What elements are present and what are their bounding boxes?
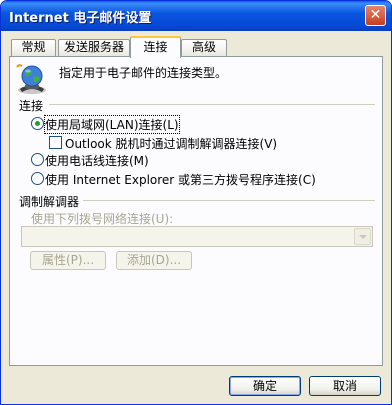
tab-advanced[interactable]: 高级 (181, 39, 227, 56)
settings-dialog: Internet 电子邮件设置 ✕ 常规 发送服务器 连接 高级 指定用于电子邮… (0, 0, 392, 405)
lan-connection-label[interactable]: 使用局域网(LAN)连接(L) (44, 115, 180, 134)
tab-outgoing-server-label: 发送服务器 (63, 40, 124, 54)
dialup-label: 使用下列拨号网络连接(U): (31, 212, 174, 226)
ok-button[interactable]: 确定 (229, 376, 301, 396)
title-bar[interactable]: Internet 电子邮件设置 ✕ (1, 1, 391, 31)
cancel-button-label: 取消 (332, 379, 357, 393)
ok-button-label: 确定 (252, 379, 277, 393)
tab-general[interactable]: 常规 (11, 39, 56, 56)
cancel-button[interactable]: 取消 (309, 376, 381, 396)
intro-text: 指定用于电子邮件的连接类型。 (59, 66, 228, 80)
tab-outgoing-server[interactable]: 发送服务器 (58, 39, 130, 56)
ie-dialer-radio[interactable] (31, 172, 44, 185)
phone-connection-radio[interactable] (31, 153, 44, 166)
tab-connection-label: 连接 (143, 40, 168, 54)
ie-dialer-label[interactable]: 使用 Internet Explorer 或第三方拨号程序连接(C) (45, 171, 316, 188)
dialup-connection-select[interactable] (21, 226, 373, 247)
connection-globe-icon (16, 64, 46, 94)
tab-connection[interactable]: 连接 (130, 36, 181, 58)
properties-button-label: 属性(P)... (41, 253, 95, 267)
chevron-down-icon[interactable] (354, 228, 371, 245)
modem-group-label: 调制解调器 (19, 195, 80, 209)
close-icon: ✕ (369, 7, 382, 23)
close-button[interactable]: ✕ (365, 5, 386, 26)
add-button-label: 添加(D)... (126, 253, 182, 267)
modem-group-divider (83, 200, 375, 201)
lan-connection-radio[interactable] (31, 117, 44, 130)
tab-advanced-label: 高级 (191, 40, 216, 54)
window-title: Internet 电子邮件设置 (9, 11, 152, 26)
phone-connection-label[interactable]: 使用电话线连接(M) (45, 152, 149, 169)
connection-group-label: 连接 (19, 99, 44, 113)
modem-offline-checkbox[interactable] (49, 136, 62, 149)
modem-offline-label[interactable]: Outlook 脱机时通过调制解调器连接(V) (65, 135, 277, 152)
connection-group-divider (49, 104, 375, 105)
add-button[interactable]: 添加(D)... (116, 251, 192, 270)
tab-general-label: 常规 (21, 40, 46, 54)
properties-button[interactable]: 属性(P)... (30, 251, 106, 270)
